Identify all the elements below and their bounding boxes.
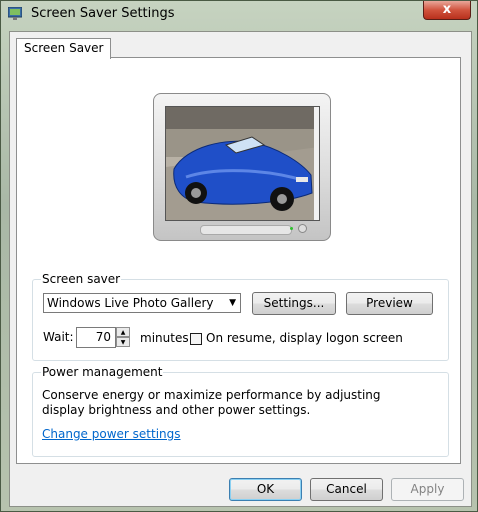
resume-logon-checkbox[interactable] xyxy=(190,333,202,345)
close-button[interactable]: x xyxy=(423,1,471,20)
close-icon: x xyxy=(442,2,452,17)
car-photo-image xyxy=(166,107,319,220)
screen-saver-select[interactable]: Windows Live Photo Gallery ▼ xyxy=(43,293,241,313)
screen-saver-group-label: Screen saver xyxy=(41,272,122,286)
window-title: Screen Saver Settings xyxy=(31,6,175,21)
wait-label: Wait: xyxy=(43,330,74,344)
spin-up-icon[interactable]: ▲ xyxy=(116,327,130,337)
settings-button[interactable]: Settings... xyxy=(252,292,336,315)
monitor-bezel xyxy=(200,225,292,235)
change-power-settings-link[interactable]: Change power settings xyxy=(42,427,181,441)
preview-button[interactable]: Preview xyxy=(346,292,433,315)
screen-saver-tab-panel: Screen saver Windows Live Photo Gallery … xyxy=(16,57,461,464)
power-button-icon xyxy=(298,224,307,233)
monitor-preview xyxy=(153,93,331,241)
power-group-label: Power management xyxy=(41,365,164,379)
ok-button[interactable]: OK xyxy=(229,478,302,501)
wait-spinner[interactable]: ▲ ▼ xyxy=(116,327,130,348)
apply-button[interactable]: Apply xyxy=(391,478,464,501)
tab-screen-saver[interactable]: Screen Saver xyxy=(16,38,112,59)
screen-saver-select-value: Windows Live Photo Gallery xyxy=(47,296,214,310)
chevron-down-icon: ▼ xyxy=(229,298,236,308)
screen-saver-settings-window: Screen Saver Settings x Screen Saver Scr… xyxy=(0,0,478,512)
power-led-icon xyxy=(290,227,293,230)
dialog-client-area: Screen Saver Screen saver Windows Live P… xyxy=(9,31,472,507)
screen-saver-group: Screen saver Windows Live Photo Gallery … xyxy=(32,272,449,361)
cancel-button[interactable]: Cancel xyxy=(310,478,383,501)
tab-label: Screen Saver xyxy=(24,41,104,55)
minutes-label: minutes xyxy=(140,331,189,345)
power-management-group: Power management Conserve energy or maxi… xyxy=(32,365,449,457)
title-bar: Screen Saver Settings x xyxy=(1,1,477,27)
resume-logon-label[interactable]: On resume, display logon screen xyxy=(206,331,403,345)
preview-screen xyxy=(165,106,320,221)
screen-saver-app-icon xyxy=(8,7,22,20)
power-description: Conserve energy or maximize performance … xyxy=(42,388,381,417)
wait-minutes-input[interactable]: 70 xyxy=(76,327,116,348)
spin-down-icon[interactable]: ▼ xyxy=(116,337,130,347)
